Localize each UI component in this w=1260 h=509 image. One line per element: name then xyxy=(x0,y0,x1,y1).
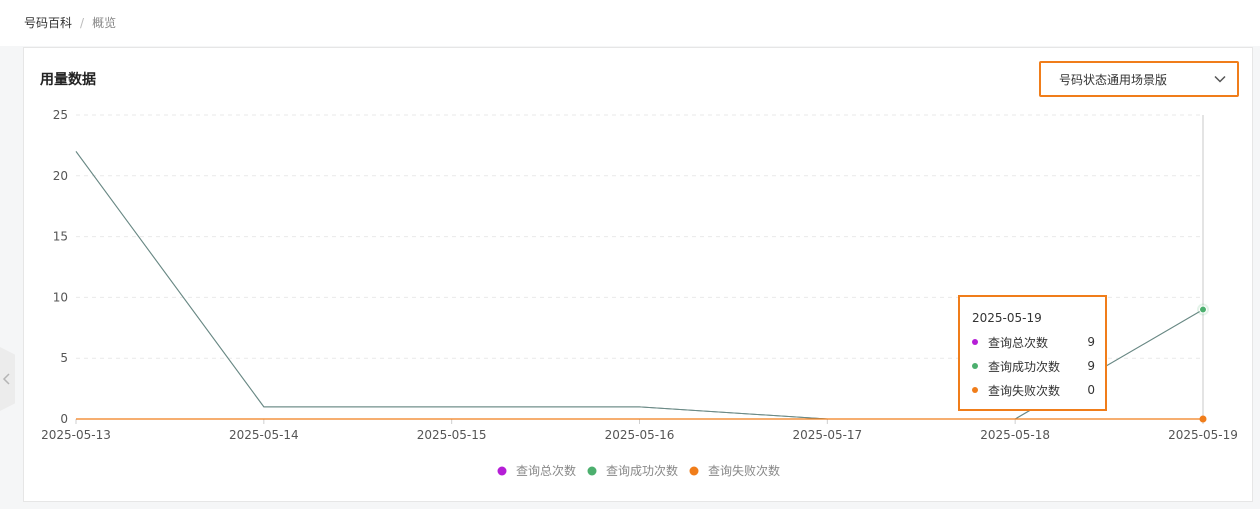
legend-label: 查询总次数 xyxy=(516,463,576,478)
x-tick-label: 2025-05-16 xyxy=(605,428,675,442)
tooltip-row: 查询成功次数 9 xyxy=(972,354,1095,378)
data-point xyxy=(1199,415,1207,423)
legend-marker xyxy=(587,466,597,476)
legend-label: 查询成功次数 xyxy=(606,463,678,478)
x-tick-label: 2025-05-14 xyxy=(229,428,299,442)
y-tick-label: 25 xyxy=(53,108,68,122)
y-tick-label: 15 xyxy=(53,230,68,244)
y-tick-label: 10 xyxy=(53,290,68,304)
tooltip-row: 查询失败次数 0 xyxy=(972,378,1095,402)
legend-marker xyxy=(689,466,699,476)
tooltip-date: 2025-05-19 xyxy=(972,311,1042,325)
tooltip-value: 0 xyxy=(1087,383,1095,397)
y-tick-label: 20 xyxy=(53,169,68,183)
tooltip-row: 查询总次数 9 xyxy=(972,330,1095,354)
tooltip-dot-success xyxy=(972,363,978,369)
x-tick-label: 2025-05-17 xyxy=(792,428,862,442)
tooltip-dot-total xyxy=(972,339,978,345)
y-tick-label: 5 xyxy=(60,351,68,365)
chart-tooltip: 2025-05-19 查询总次数 9 查询成功次数 9 查询失败次数 0 xyxy=(958,295,1107,411)
x-tick-label: 2025-05-15 xyxy=(417,428,487,442)
x-tick-label: 2025-05-19 xyxy=(1168,428,1238,442)
tooltip-label: 查询总次数 xyxy=(988,335,1049,350)
tooltip-value: 9 xyxy=(1087,335,1095,349)
legend-label: 查询失败次数 xyxy=(708,463,780,478)
x-tick-label: 2025-05-13 xyxy=(41,428,111,442)
legend-marker xyxy=(497,466,507,476)
y-tick-label: 0 xyxy=(60,412,68,426)
data-point xyxy=(1199,305,1207,314)
tooltip-dot-fail xyxy=(972,387,978,393)
x-tick-label: 2025-05-18 xyxy=(980,428,1050,442)
tooltip-value: 9 xyxy=(1087,359,1095,373)
tooltip-label: 查询失败次数 xyxy=(988,383,1061,398)
tooltip-label: 查询成功次数 xyxy=(988,359,1061,374)
usage-line-chart: 0 5 10 15 20 25 2025-05-13 2025-05-14 2025-05-15… xyxy=(41,108,1238,478)
